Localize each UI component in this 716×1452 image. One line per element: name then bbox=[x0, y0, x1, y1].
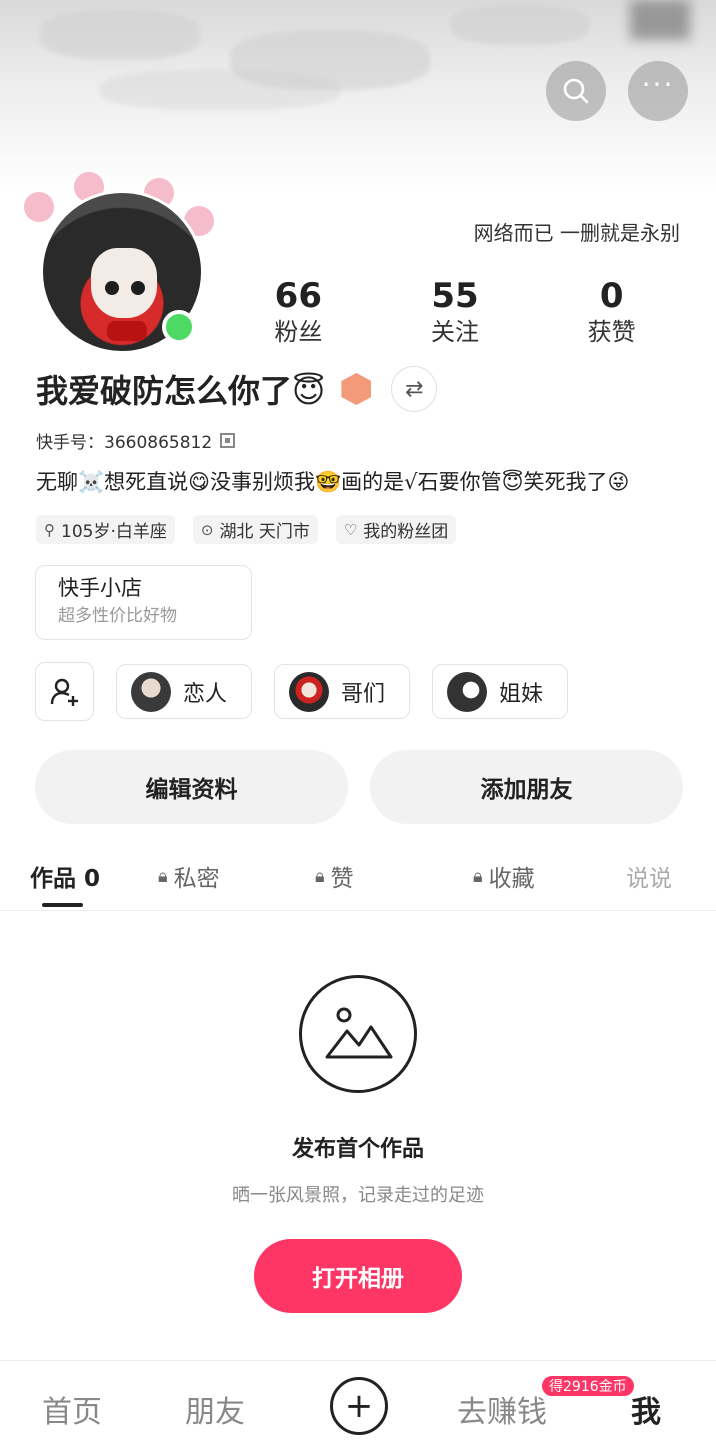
stat-number: 0 bbox=[599, 276, 624, 316]
tag-label: 105岁·白羊座 bbox=[61, 522, 167, 542]
relation-label: 姐妹 bbox=[499, 681, 544, 707]
stat-following[interactable]: 55 关注 bbox=[377, 276, 534, 348]
relation-sister[interactable]: 姐妹 bbox=[432, 664, 569, 719]
stat-label: 粉丝 bbox=[274, 318, 323, 346]
tab-private[interactable]: 🔒︎ 私密 bbox=[158, 859, 220, 893]
tab-likes[interactable]: 🔒︎ 赞 bbox=[315, 859, 354, 893]
profile-signature: 网络而已 一删就是永别 bbox=[473, 221, 680, 245]
tab-label: 赞 bbox=[330, 866, 354, 892]
add-relation-button[interactable] bbox=[35, 662, 94, 721]
tab-posts[interactable]: 说说 bbox=[626, 859, 672, 893]
relation-avatar bbox=[131, 671, 171, 712]
nickname: 我爱破防怎么你了😇 bbox=[36, 372, 326, 410]
content-tabs: 作品 0 🔒︎ 私密 🔒︎ 赞 🔒︎ 收藏 说说 bbox=[0, 845, 716, 911]
add-person-icon bbox=[50, 678, 78, 706]
profile-tags: ⚲ 105岁·白羊座 ⊙ 湖北 天门市 ♡ 我的粉丝团 bbox=[36, 515, 457, 544]
relation-lover[interactable]: 恋人 bbox=[116, 664, 253, 719]
switch-account-button[interactable]: ⇄ bbox=[391, 366, 438, 412]
shop-card[interactable]: 快手小店 超多性价比好物 bbox=[35, 565, 252, 640]
relation-avatar bbox=[289, 671, 330, 712]
online-status-dot bbox=[162, 310, 196, 344]
location-pin-icon: ⊙ bbox=[200, 520, 214, 539]
relation-bro[interactable]: 哥们 bbox=[274, 664, 411, 719]
more-button[interactable]: ··· bbox=[628, 61, 688, 121]
nav-home[interactable]: 首页 bbox=[42, 1387, 102, 1431]
search-key-icon: ⚲ bbox=[44, 520, 55, 539]
coin-badge: 得2916金币 bbox=[540, 1374, 636, 1398]
nickname-row: 我爱破防怎么你了😇 ⇄ bbox=[36, 366, 438, 412]
user-id: 快手号：3660865812 bbox=[36, 433, 213, 453]
swap-arrows-icon: ⇄ bbox=[405, 376, 424, 402]
bottom-nav: 首页 朋友 + 去赚钱 得2916金币 我 bbox=[0, 1360, 716, 1452]
empty-state: 发布首个作品 晒一张风景照，记录走过的足迹 打开相册 bbox=[0, 975, 716, 1313]
lock-icon: 🔒︎ bbox=[473, 865, 483, 887]
stat-number: 55 bbox=[431, 276, 479, 316]
open-album-button[interactable]: 打开相册 bbox=[254, 1239, 462, 1313]
tab-favorites[interactable]: 🔒︎ 收藏 bbox=[473, 859, 535, 893]
search-button[interactable] bbox=[546, 61, 606, 121]
tag-age[interactable]: ⚲ 105岁·白羊座 bbox=[36, 515, 175, 544]
active-tab-indicator bbox=[42, 903, 83, 907]
lock-icon: 🔒︎ bbox=[315, 865, 325, 887]
profile-actions: 编辑资料 添加朋友 bbox=[35, 750, 683, 824]
shop-subtitle: 超多性价比好物 bbox=[58, 606, 177, 626]
level-badge-icon[interactable] bbox=[341, 373, 372, 405]
qr-code-icon[interactable] bbox=[220, 433, 236, 448]
bio: 无聊☠️想死直说😋没事别烦我🤓画的是√石要你管😇笑死我了😜 bbox=[36, 470, 630, 494]
photo-icon bbox=[299, 975, 417, 1093]
nav-me[interactable]: 我 bbox=[631, 1387, 661, 1431]
relation-avatar bbox=[447, 671, 488, 712]
relations-row: 恋人 哥们 姐妹 bbox=[35, 662, 569, 721]
add-friend-button[interactable]: 添加朋友 bbox=[370, 750, 683, 824]
empty-title: 发布首个作品 bbox=[291, 1137, 424, 1162]
empty-description: 晒一张风景照，记录走过的足迹 bbox=[232, 1185, 484, 1206]
tag-location[interactable]: ⊙ 湖北 天门市 bbox=[192, 515, 318, 544]
nav-friends[interactable]: 朋友 bbox=[185, 1387, 245, 1431]
more-dots-icon: ··· bbox=[641, 68, 675, 101]
profile-stats: 66 粉丝 55 关注 0 获赞 bbox=[220, 276, 690, 348]
heart-outline-icon: ♡ bbox=[343, 520, 358, 539]
tab-label: 作品 0 bbox=[30, 866, 101, 892]
relation-label: 哥们 bbox=[341, 681, 386, 707]
tag-fan-club[interactable]: ♡ 我的粉丝团 bbox=[335, 515, 457, 544]
stat-fans[interactable]: 66 粉丝 bbox=[220, 276, 377, 348]
edit-profile-button[interactable]: 编辑资料 bbox=[35, 750, 348, 824]
tab-label: 私密 bbox=[173, 866, 220, 892]
search-icon bbox=[563, 78, 589, 104]
user-id-row[interactable]: 快手号：3660865812 bbox=[36, 428, 236, 453]
relation-label: 恋人 bbox=[183, 681, 228, 707]
tag-label: 湖北 天门市 bbox=[219, 522, 310, 542]
nav-earn[interactable]: 去赚钱 bbox=[457, 1387, 547, 1431]
tab-label: 说说 bbox=[626, 866, 672, 892]
lock-icon: 🔒︎ bbox=[158, 865, 168, 887]
create-button[interactable]: + bbox=[330, 1377, 388, 1435]
shop-title: 快手小店 bbox=[58, 576, 142, 600]
avatar[interactable] bbox=[24, 172, 214, 358]
tab-label: 收藏 bbox=[488, 866, 535, 892]
stat-number: 66 bbox=[274, 276, 322, 316]
tag-label: 我的粉丝团 bbox=[363, 522, 449, 542]
stat-label: 获赞 bbox=[587, 318, 636, 346]
tab-works[interactable]: 作品 0 bbox=[30, 859, 100, 893]
plus-icon: + bbox=[344, 1386, 374, 1426]
stat-likes[interactable]: 0 获赞 bbox=[533, 276, 690, 348]
stat-label: 关注 bbox=[431, 318, 479, 346]
